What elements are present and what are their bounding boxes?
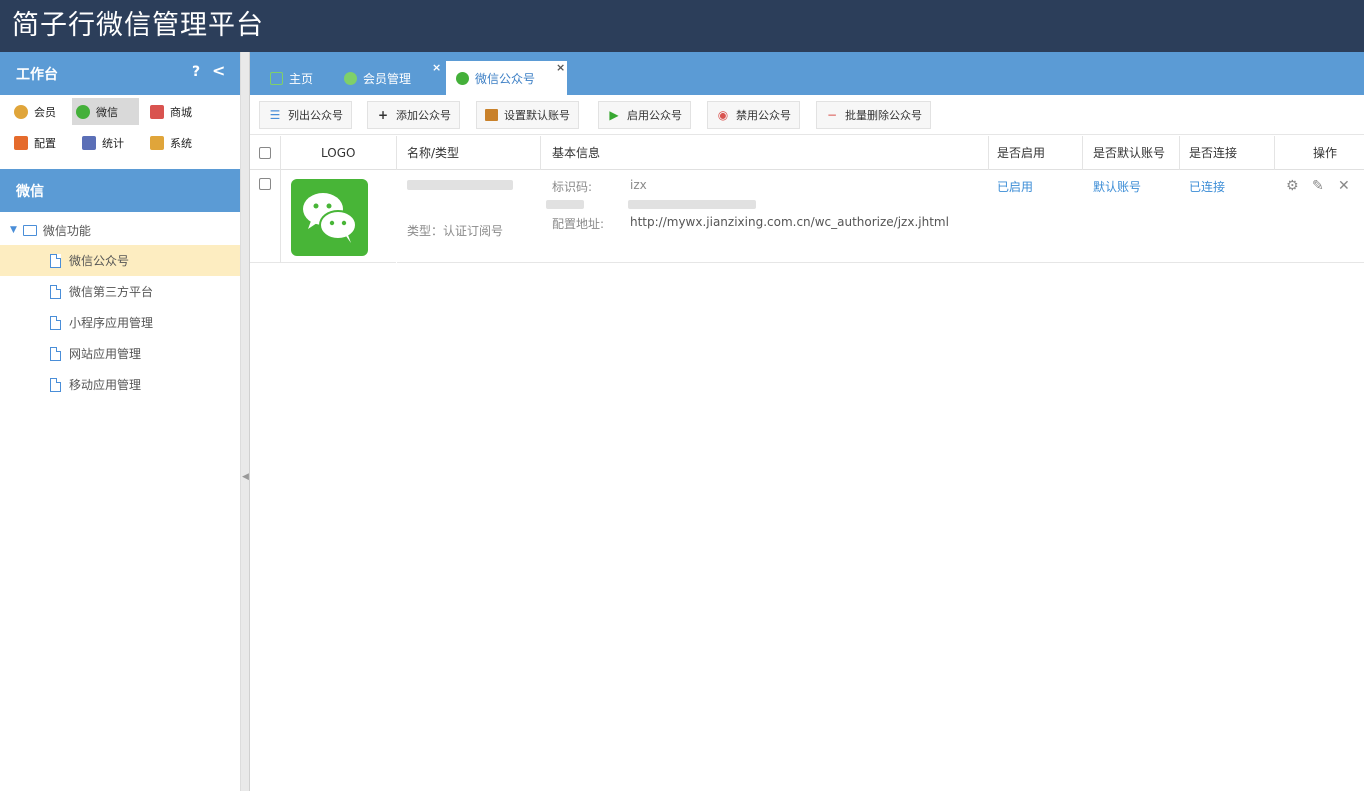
module-shop[interactable]: 商城 <box>146 98 198 125</box>
id-label: 标识码: <box>552 180 593 194</box>
connected-status-link[interactable]: 已连接 <box>1189 178 1225 195</box>
section-header: 微信 <box>0 169 240 212</box>
sidebar-header: 工作台 ? < <box>0 52 240 95</box>
tab-official-account[interactable]: 微信公众号 × <box>446 61 567 95</box>
account-name-redacted <box>407 180 513 190</box>
module-stats[interactable]: 统计 <box>78 129 130 156</box>
close-tab-icon[interactable]: × <box>556 61 565 74</box>
col-enabled: 是否启用 <box>997 146 1046 160</box>
help-icon[interactable]: ? <box>192 64 200 80</box>
chevron-left-icon[interactable]: ◀ <box>242 472 249 482</box>
redacted-field <box>628 200 756 209</box>
wechat-icon <box>76 104 90 119</box>
batch-delete-button[interactable]: − 批量删除公众号 <box>816 101 931 129</box>
set-default-button[interactable]: 设置默认账号 <box>476 101 579 129</box>
edit-pencil-icon[interactable]: ✎ <box>1312 178 1324 194</box>
enabled-status-link[interactable]: 已启用 <box>997 178 1033 195</box>
file-icon <box>50 284 61 299</box>
col-logo: LOGO <box>321 145 356 160</box>
list-icon: ☰ <box>269 108 281 122</box>
app-title: 简子行微信管理平台 <box>12 10 264 41</box>
file-icon <box>50 253 61 268</box>
tree-item-third-party[interactable]: 微信第三方平台 <box>0 276 240 307</box>
module-config[interactable]: 配置 <box>10 129 62 156</box>
member-icon <box>14 104 28 119</box>
tree-item-official-account[interactable]: 微信公众号 <box>0 245 240 276</box>
section-title: 微信 <box>16 184 44 200</box>
module-member[interactable]: 会员 <box>10 98 62 125</box>
tab-member-management[interactable]: 会员管理 × <box>334 61 441 95</box>
wechat-logo-icon <box>291 179 368 256</box>
collapse-sidebar-icon[interactable]: < <box>212 61 225 80</box>
system-icon <box>150 135 164 150</box>
config-icon <box>14 135 28 150</box>
home-icon <box>270 71 283 85</box>
col-basic-info: 基本信息 <box>552 146 601 160</box>
col-default: 是否默认账号 <box>1093 146 1166 160</box>
row-checkbox[interactable] <box>259 178 271 190</box>
disable-account-button[interactable]: ◉ 禁用公众号 <box>707 101 800 129</box>
module-system[interactable]: 系统 <box>146 129 198 156</box>
settings-gear-icon[interactable]: ⚙ <box>1286 178 1299 194</box>
function-tree: ▼ 微信功能 微信公众号 微信第三方平台 小程序应用管理 网站应用管理 移动应用… <box>0 215 240 400</box>
delete-icon: − <box>826 108 838 122</box>
table-header: LOGO 名称/类型 基本信息 是否启用 是否默认账号 是否连接 操作 <box>250 136 1364 170</box>
file-icon <box>50 315 61 330</box>
config-url: http://mywx.jianzixing.com.cn/wc_authori… <box>630 215 949 229</box>
add-icon: + <box>377 108 389 122</box>
module-wechat[interactable]: 微信 <box>72 98 139 125</box>
account-type: 类型：认证订阅号 <box>407 224 504 238</box>
top-bar: 简子行微信管理平台 <box>0 0 1364 52</box>
toolbar: ☰ 列出公众号 + 添加公众号 设置默认账号 ▶ 启用公众号 ◉ 禁用公众号 −… <box>250 95 1364 135</box>
close-tab-icon[interactable]: × <box>432 61 441 74</box>
sidebar-splitter[interactable]: ◀ <box>241 52 250 791</box>
file-icon <box>50 377 61 392</box>
add-account-button[interactable]: + 添加公众号 <box>367 101 460 129</box>
caret-down-icon[interactable]: ▼ <box>10 225 17 235</box>
briefcase-icon <box>485 109 498 121</box>
accounts-table: LOGO 名称/类型 基本信息 是否启用 是否默认账号 是否连接 操作 类型：认… <box>250 136 1364 263</box>
tree-item-mobile-app[interactable]: 移动应用管理 <box>0 369 240 400</box>
tree-root-wechat[interactable]: ▼ 微信功能 <box>0 215 240 245</box>
id-value: izx <box>630 178 647 192</box>
users-icon <box>456 71 469 85</box>
tab-home[interactable]: 主页 <box>260 61 323 95</box>
sidebar: 工作台 ? < 会员 微信 商城 配置 统计 系统 微信 ▼ 微信功能 微信公众… <box>0 52 241 791</box>
tree-item-mini-program[interactable]: 小程序应用管理 <box>0 307 240 338</box>
url-label: 配置地址: <box>552 217 605 231</box>
delete-close-icon[interactable]: ✕ <box>1338 178 1350 194</box>
stats-icon <box>82 135 96 150</box>
user-icon <box>344 71 357 85</box>
folder-open-icon <box>22 224 37 236</box>
col-name-type: 名称/类型 <box>407 146 460 160</box>
col-connected: 是否连接 <box>1189 146 1238 160</box>
module-switcher: 会员 微信 商城 配置 统计 系统 <box>0 95 240 169</box>
list-accounts-button[interactable]: ☰ 列出公众号 <box>259 101 352 129</box>
redacted-field <box>546 200 584 209</box>
shop-icon <box>150 104 164 119</box>
sidebar-title: 工作台 <box>16 67 58 83</box>
default-account-link[interactable]: 默认账号 <box>1093 178 1141 195</box>
tree-item-website-app[interactable]: 网站应用管理 <box>0 338 240 369</box>
table-row[interactable]: 类型：认证订阅号 标识码: izx 配置地址: http://mywx.jian… <box>250 170 1364 263</box>
tab-bar: 主页 会员管理 × 微信公众号 × <box>250 52 1364 95</box>
file-icon <box>50 346 61 361</box>
select-all-checkbox[interactable] <box>259 146 271 159</box>
col-actions: 操作 <box>1313 146 1338 160</box>
enable-account-button[interactable]: ▶ 启用公众号 <box>598 101 691 129</box>
stop-icon: ◉ <box>717 108 729 122</box>
play-icon: ▶ <box>609 108 619 122</box>
